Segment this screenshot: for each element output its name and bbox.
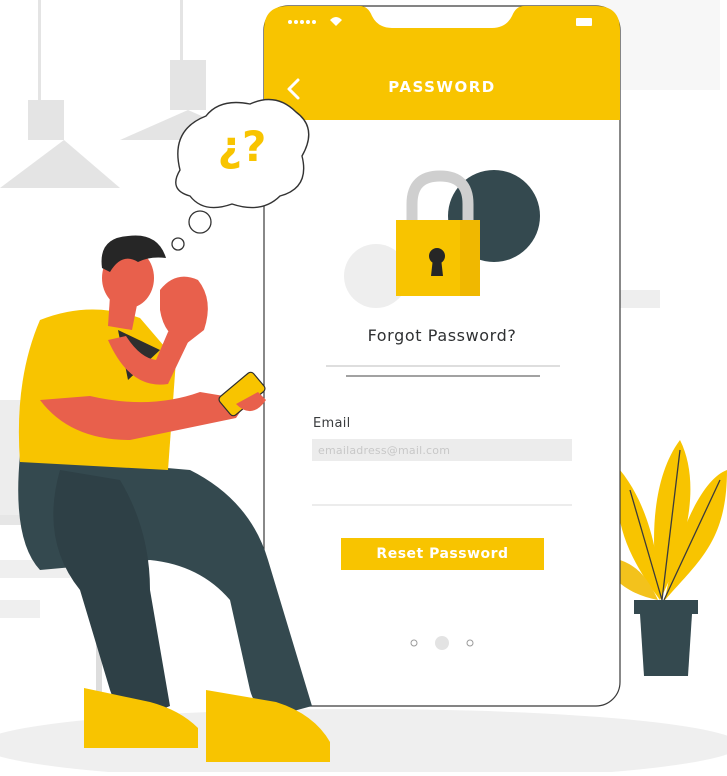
reset-password-button[interactable]: Reset Password xyxy=(341,538,544,570)
illustration-background xyxy=(0,0,727,776)
forgot-password-heading: Forgot Password? xyxy=(367,326,517,345)
pagination-dot-3[interactable] xyxy=(462,634,478,652)
chevron-left-icon[interactable] xyxy=(280,72,308,106)
email-field[interactable] xyxy=(312,439,572,461)
thought-bubble-text: ¿? xyxy=(217,122,267,171)
pagination-dot-2[interactable] xyxy=(434,634,450,652)
illustration-scene: PASSWORD ¿? Forgot Password? Email Reset… xyxy=(0,0,727,776)
page-title: PASSWORD xyxy=(388,78,496,96)
email-label: Email xyxy=(313,416,351,431)
pagination-dot-1[interactable] xyxy=(406,634,422,652)
